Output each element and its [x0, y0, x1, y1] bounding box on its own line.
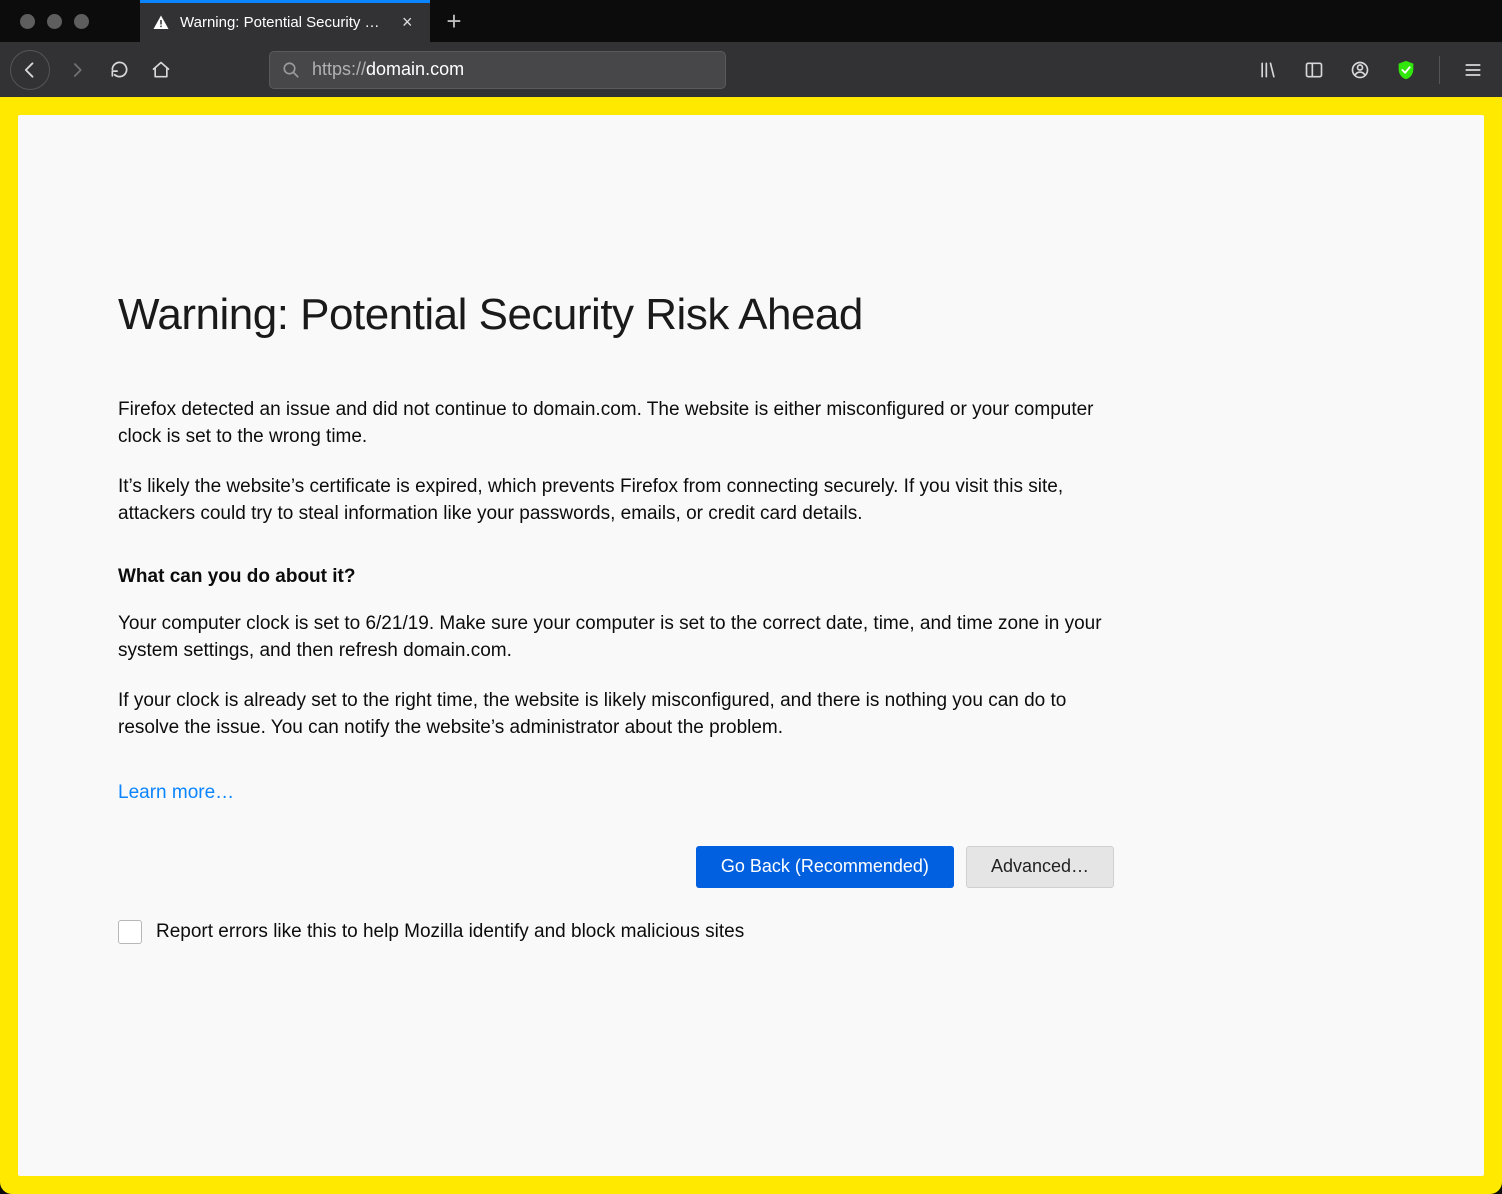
- reload-button[interactable]: [100, 51, 138, 89]
- report-errors-label: Report errors like this to help Mozilla …: [156, 921, 744, 943]
- toolbar-right-cluster: [1249, 51, 1492, 89]
- warning-content: Warning: Potential Security Risk Ahead F…: [118, 290, 1114, 944]
- warning-paragraph-1: Firefox detected an issue and did not co…: [118, 396, 1114, 451]
- window-zoom-dot[interactable]: [74, 14, 89, 29]
- what-can-you-do-heading: What can you do about it?: [118, 566, 1114, 588]
- window-close-dot[interactable]: [20, 14, 35, 29]
- new-tab-button[interactable]: +: [430, 0, 478, 42]
- warning-paragraph-3: Your computer clock is set to 6/21/19. M…: [118, 610, 1114, 665]
- warning-paragraph-4: If your clock is already set to the righ…: [118, 687, 1114, 742]
- learn-more-link[interactable]: Learn more…: [118, 782, 234, 804]
- url-text: https://domain.com: [312, 59, 464, 80]
- home-button[interactable]: [142, 51, 180, 89]
- protection-shield-icon[interactable]: [1387, 51, 1425, 89]
- action-buttons: Go Back (Recommended) Advanced…: [118, 846, 1114, 888]
- back-button[interactable]: [10, 50, 50, 90]
- account-button[interactable]: [1341, 51, 1379, 89]
- browser-tab-active[interactable]: Warning: Potential Security Risk ×: [140, 0, 430, 42]
- toolbar-separator: [1439, 56, 1440, 84]
- go-back-button[interactable]: Go Back (Recommended): [696, 846, 954, 888]
- tab-title: Warning: Potential Security Risk: [180, 14, 390, 31]
- warning-paragraph-2: It’s likely the website’s certificate is…: [118, 473, 1114, 528]
- app-menu-button[interactable]: [1454, 51, 1492, 89]
- titlebar: Warning: Potential Security Risk × +: [0, 0, 1502, 42]
- report-errors-row: Report errors like this to help Mozilla …: [118, 920, 1114, 944]
- sidebar-button[interactable]: [1295, 51, 1333, 89]
- window-controls: [0, 0, 140, 42]
- url-scheme: https://: [312, 59, 366, 79]
- window-minimize-dot[interactable]: [47, 14, 62, 29]
- library-button[interactable]: [1249, 51, 1287, 89]
- report-errors-checkbox[interactable]: [118, 920, 142, 944]
- url-bar[interactable]: https://domain.com: [269, 51, 726, 89]
- tab-close-icon[interactable]: ×: [400, 12, 415, 33]
- search-icon: [282, 61, 300, 79]
- url-domain: domain.com: [366, 59, 464, 79]
- warning-heading: Warning: Potential Security Risk Ahead: [118, 290, 1114, 341]
- content-viewport: Warning: Potential Security Risk Ahead F…: [0, 97, 1502, 1194]
- browser-toolbar: https://domain.com: [0, 42, 1502, 97]
- forward-button[interactable]: [58, 51, 96, 89]
- warning-page: Warning: Potential Security Risk Ahead F…: [18, 115, 1484, 1176]
- warning-triangle-icon: [152, 14, 170, 32]
- advanced-button[interactable]: Advanced…: [966, 846, 1114, 888]
